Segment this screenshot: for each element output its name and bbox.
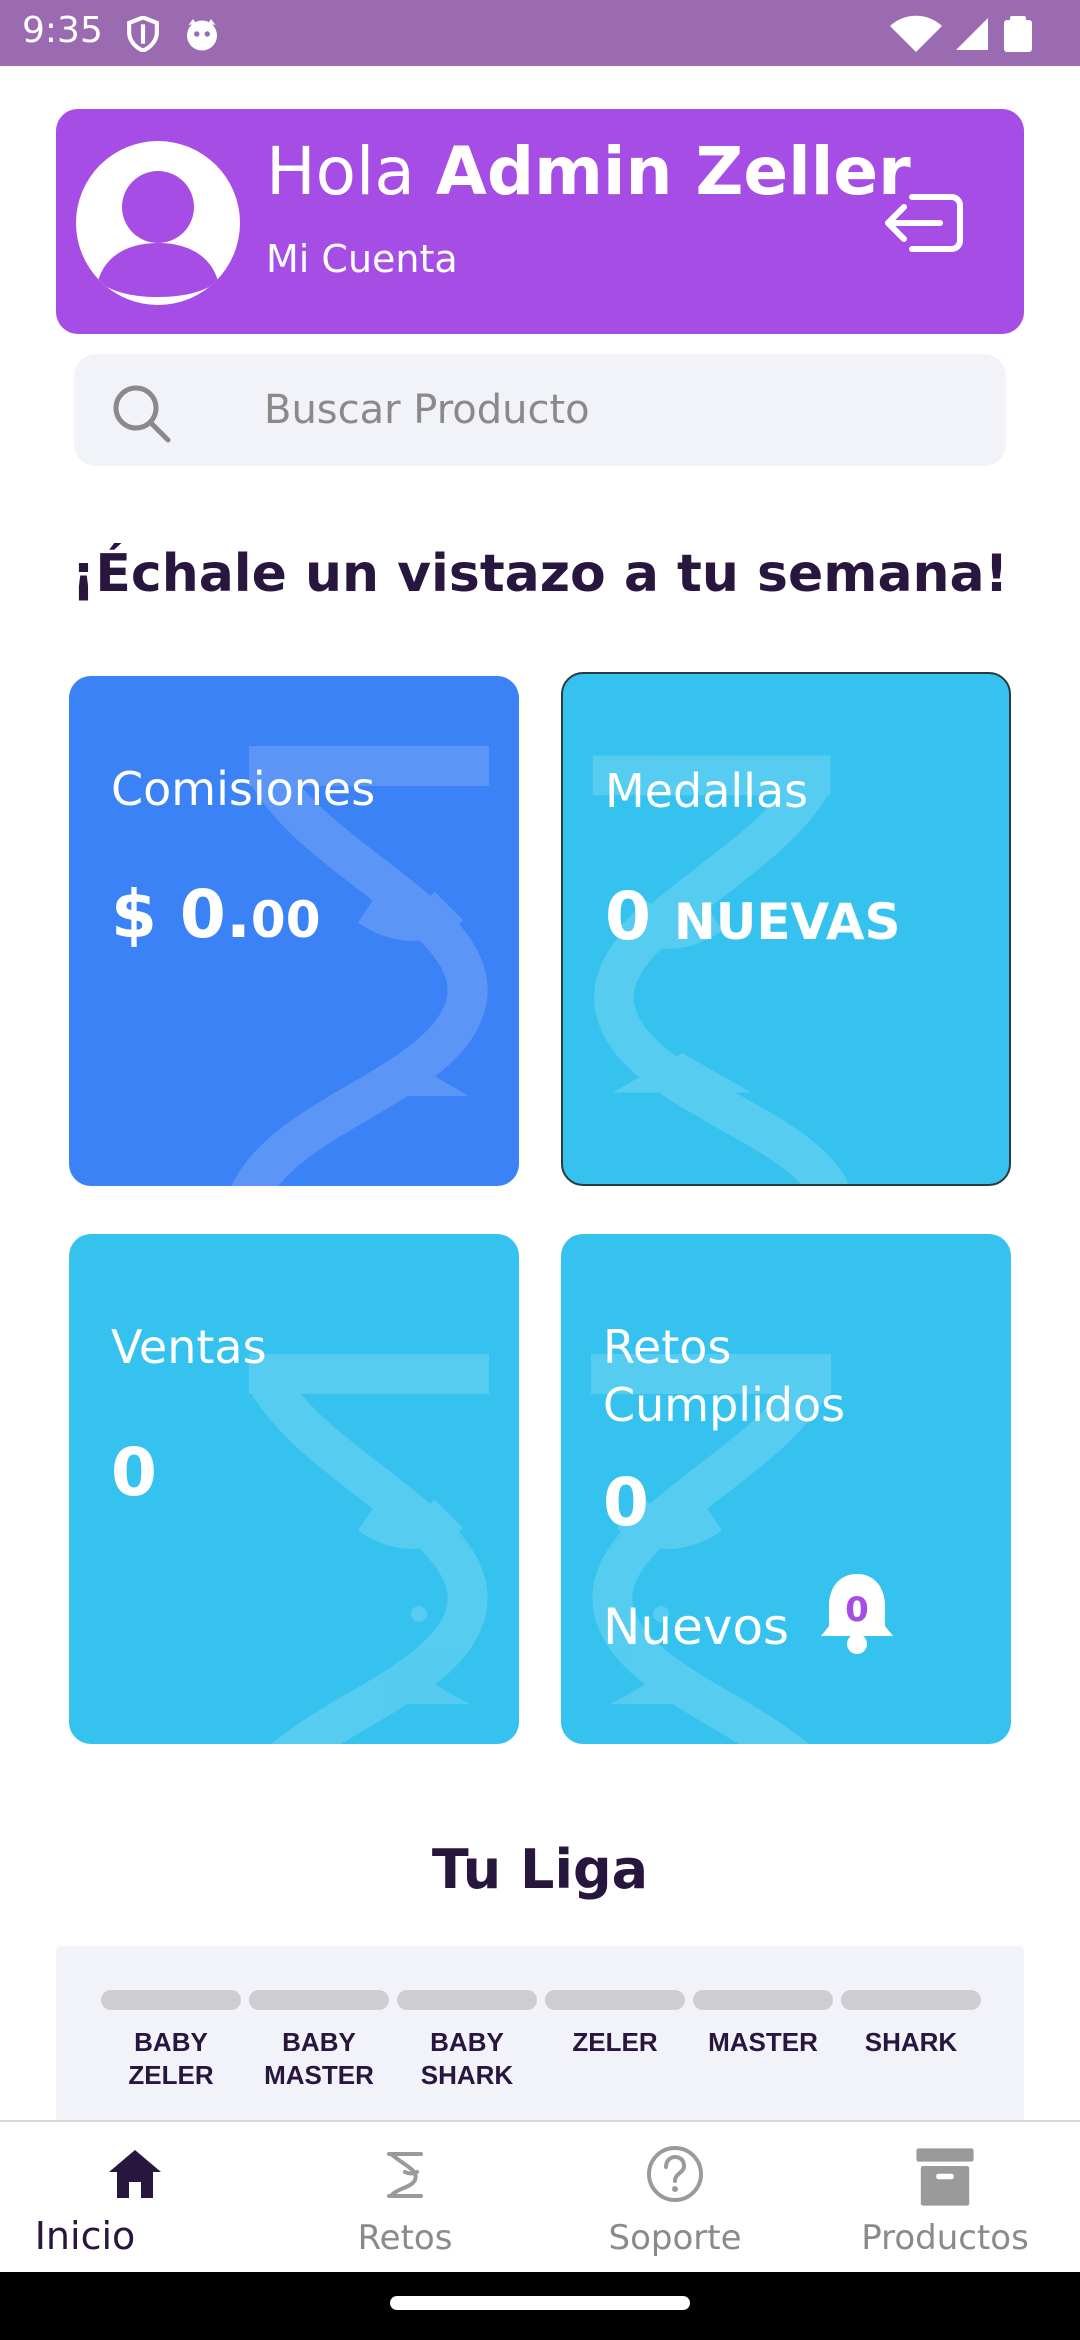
liga-level-zeler: ZELER bbox=[545, 1990, 685, 2059]
liga-label-line: ZELER bbox=[128, 2060, 214, 2090]
wifi-signal-battery-icon bbox=[890, 15, 1032, 52]
search-bar[interactable] bbox=[74, 354, 1006, 466]
cat-notification-icon bbox=[187, 19, 217, 51]
retos-card[interactable]: Retos Cumplidos 0 Nuevos 0 bbox=[561, 1234, 1011, 1744]
liga-level-label: ZELER bbox=[572, 2027, 658, 2057]
z-logo-icon bbox=[387, 2152, 423, 2198]
liga-progress-bar bbox=[101, 1990, 241, 2010]
ventas-label: Ventas bbox=[111, 1320, 267, 1374]
nav-label-retos: Retos bbox=[357, 2218, 453, 2258]
medallas-value-main: 0 bbox=[605, 878, 651, 955]
archive-icon bbox=[916, 2148, 974, 2206]
liga-title: Tu Liga bbox=[431, 1838, 649, 1901]
nav-item-retos[interactable]: Retos bbox=[270, 2122, 540, 2274]
liga-progress-bar bbox=[693, 1990, 833, 2010]
liga-level-label: BABY ZELER bbox=[101, 2026, 241, 2092]
nav-item-inicio[interactable]: Inicio bbox=[0, 2122, 270, 2274]
comisiones-card[interactable]: Comisiones $ 0.00 bbox=[69, 676, 519, 1186]
liga-progress-bar bbox=[397, 1990, 537, 2010]
home-gesture-handle[interactable] bbox=[390, 2296, 690, 2310]
liga-progress-bar bbox=[249, 1990, 389, 2010]
nav-item-soporte[interactable]: Soporte bbox=[540, 2122, 810, 2274]
search-input[interactable] bbox=[264, 382, 964, 438]
liga-level-baby-zeler: BABY ZELER bbox=[101, 1990, 241, 2092]
liga-level-baby-master: BABY MASTER bbox=[249, 1990, 389, 2092]
comisiones-value-main: $ 0. bbox=[111, 876, 251, 953]
liga-level-label: SHARK bbox=[864, 2027, 958, 2057]
avatar[interactable] bbox=[76, 141, 240, 305]
bottom-navigation: Inicio Retos Soporte Productos bbox=[0, 2120, 1080, 2272]
status-time: 9:35 bbox=[22, 10, 103, 51]
account-header-card[interactable]: Hola Admin Zeller Mi Cuenta bbox=[56, 109, 1024, 334]
nav-label-inicio: Inicio bbox=[34, 2214, 136, 2258]
liga-progress-bar bbox=[841, 1990, 981, 2010]
week-title: ¡Échale un vistazo a tu semana! bbox=[71, 544, 1009, 604]
ventas-value: 0 bbox=[111, 1434, 157, 1511]
greeting-word: Hola bbox=[266, 133, 415, 210]
comisiones-label: Comisiones bbox=[111, 762, 376, 816]
shield-icon bbox=[127, 16, 159, 52]
logout-icon[interactable] bbox=[882, 189, 966, 257]
search-icon bbox=[113, 385, 171, 443]
liga-label-line: MASTER bbox=[264, 2060, 374, 2090]
bell-badge[interactable]: 0 bbox=[817, 1568, 897, 1658]
status-bar: 9:35 bbox=[0, 0, 1080, 66]
liga-label-line: BABY bbox=[282, 2027, 356, 2057]
greeting-text: Hola Admin Zeller bbox=[266, 133, 911, 210]
liga-label-line: BABY bbox=[430, 2027, 504, 2057]
medallas-label: Medallas bbox=[605, 764, 809, 818]
comisiones-value-cents: 00 bbox=[250, 891, 321, 949]
medallas-card[interactable]: Medallas 0 NUEVAS bbox=[561, 672, 1011, 1186]
home-icon bbox=[109, 2150, 161, 2198]
liga-level-master: MASTER bbox=[693, 1990, 833, 2059]
ventas-card[interactable]: Ventas 0 bbox=[69, 1234, 519, 1744]
bell-count: 0 bbox=[845, 1590, 869, 1630]
liga-level-label: MASTER bbox=[708, 2027, 818, 2057]
system-gesture-bar bbox=[0, 2272, 1080, 2340]
liga-level-shark: SHARK bbox=[841, 1990, 981, 2059]
retos-nuevos-label: Nuevos bbox=[603, 1598, 790, 1656]
liga-label-line: BABY bbox=[134, 2027, 208, 2057]
nav-label-soporte: Soporte bbox=[608, 2218, 742, 2258]
user-name: Admin Zeller bbox=[435, 133, 911, 210]
liga-level-label: BABY SHARK bbox=[397, 2026, 537, 2092]
liga-label-line: SHARK bbox=[420, 2060, 514, 2090]
retos-value: 0 bbox=[603, 1464, 649, 1541]
help-icon bbox=[647, 2146, 703, 2202]
comisiones-value: $ 0.00 bbox=[111, 876, 321, 953]
liga-level-label: BABY MASTER bbox=[249, 2026, 389, 2092]
medallas-value: 0 NUEVAS bbox=[605, 878, 901, 955]
nav-label-productos: Productos bbox=[861, 2218, 1029, 2258]
nav-item-productos[interactable]: Productos bbox=[810, 2122, 1080, 2274]
liga-panel: BABY ZELER BABY MASTER BABY SHARK ZELER MAS… bbox=[56, 1946, 1024, 2126]
medallas-value-suffix: NUEVAS bbox=[673, 893, 901, 951]
liga-progress-bar bbox=[545, 1990, 685, 2010]
retos-label: Retos Cumplidos bbox=[603, 1320, 846, 1432]
liga-level-baby-shark: BABY SHARK bbox=[397, 1990, 537, 2092]
my-account-link[interactable]: Mi Cuenta bbox=[266, 237, 458, 281]
user-icon bbox=[98, 171, 218, 297]
